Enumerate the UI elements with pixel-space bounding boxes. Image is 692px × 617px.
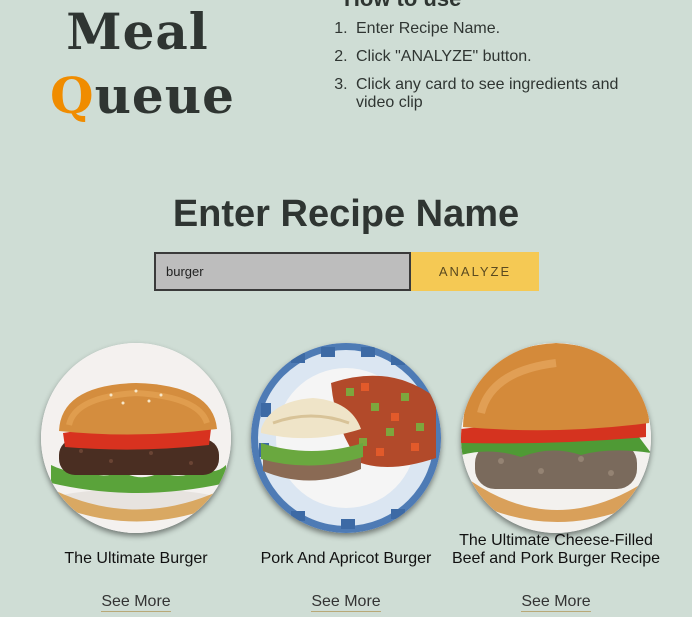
recipe-image-cheese-burger[interactable] xyxy=(461,343,651,533)
recipe-card[interactable]: Pork And Apricot Burger See More xyxy=(251,343,441,612)
see-more-label[interactable]: See More xyxy=(311,593,381,612)
step-1: Enter Recipe Name. xyxy=(352,20,638,38)
see-more-label[interactable]: See More xyxy=(101,593,171,612)
logo: Meal Queue xyxy=(50,0,234,128)
recipe-search-input[interactable] xyxy=(154,252,411,291)
recipe-image-burger[interactable] xyxy=(41,343,231,533)
recipe-image-pork-burger[interactable] xyxy=(251,343,441,533)
see-more-label[interactable]: See More xyxy=(521,593,591,612)
logo-line-2-rest: ueue xyxy=(94,66,235,125)
how-to-use-title: How to use xyxy=(318,0,638,12)
how-to-use-steps: Enter Recipe Name. Click "ANALYZE" butto… xyxy=(318,20,638,112)
how-to-use: How to use Enter Recipe Name. Click "ANA… xyxy=(318,0,638,122)
recipe-card[interactable]: The Ultimate Burger See More xyxy=(41,343,231,612)
recipe-title: Pork And Apricot Burger xyxy=(260,550,432,567)
see-more-link[interactable]: See More xyxy=(251,593,441,612)
recipe-card[interactable]: The Ultimate Cheese-Filled Beef and Pork… xyxy=(452,343,660,612)
search-title: Enter Recipe Name xyxy=(172,193,520,235)
page: Meal Queue How to use Enter Recipe Name.… xyxy=(0,0,692,617)
see-more-link[interactable]: See More xyxy=(461,593,651,612)
analyze-button[interactable]: ANALYZE xyxy=(411,252,539,291)
logo-line-1: Meal xyxy=(66,2,209,61)
step-2: Click "ANALYZE" button. xyxy=(352,48,638,66)
logo-line-2: Queue xyxy=(50,64,234,128)
recipe-title: The Ultimate Burger xyxy=(64,550,208,567)
see-more-link[interactable]: See More xyxy=(41,593,231,612)
step-3: Click any card to see ingredients and vi… xyxy=(352,76,638,112)
recipe-title: The Ultimate Cheese-Filled Beef and Pork… xyxy=(451,532,661,567)
logo-accent-letter: Q xyxy=(50,66,95,125)
